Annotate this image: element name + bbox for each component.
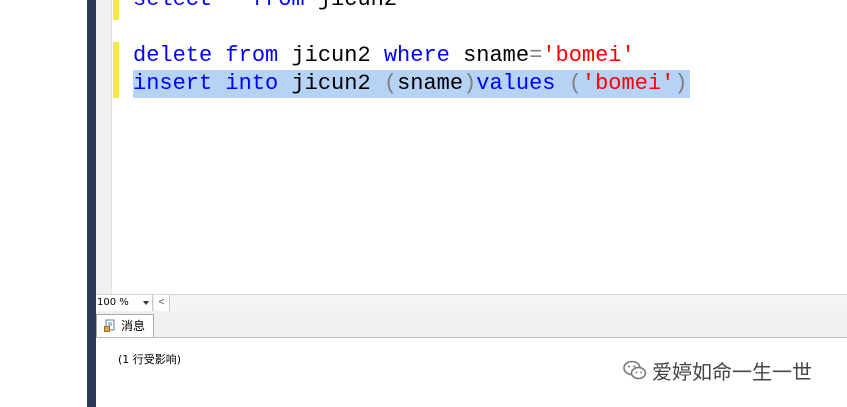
keyword-where: where bbox=[383, 43, 450, 68]
operator: ) bbox=[463, 71, 477, 96]
change-marker bbox=[113, 42, 119, 98]
editor-status-row: 100 % < bbox=[96, 294, 847, 312]
scroll-left-button[interactable]: < bbox=[154, 295, 170, 311]
tab-messages[interactable]: 消息 bbox=[96, 314, 154, 337]
keyword-delete: delete bbox=[133, 43, 213, 68]
code-line: select * from jicun2 bbox=[133, 0, 397, 14]
tab-messages-label: 消息 bbox=[121, 319, 146, 333]
operator: = bbox=[529, 43, 543, 68]
rows-affected-message: (1 行受影响) bbox=[118, 353, 182, 366]
identifier: sname bbox=[449, 43, 530, 68]
string-literal: 'bomei' bbox=[581, 71, 675, 96]
code-line-selected: insert into jicun2 (sname)values ('bomei… bbox=[133, 70, 690, 98]
keyword-values: values bbox=[476, 71, 556, 96]
operator: ( bbox=[383, 71, 398, 96]
wechat-icon bbox=[623, 360, 647, 380]
watermark-text: 爱婷如命一生一世 bbox=[652, 359, 812, 384]
keyword-select: select bbox=[133, 0, 212, 12]
operator: * bbox=[212, 0, 252, 12]
operator: ) bbox=[674, 71, 688, 96]
keyword-from: from bbox=[212, 43, 279, 68]
operator: ( bbox=[555, 71, 582, 96]
editor-gutter bbox=[96, 0, 112, 294]
keyword-into: into bbox=[212, 71, 279, 96]
query-editor[interactable]: select * from jicun2 delete from jicun2 … bbox=[120, 0, 847, 294]
window-frame bbox=[87, 0, 96, 407]
string-literal: 'bomei' bbox=[542, 43, 635, 68]
identifier: jicun2 bbox=[305, 0, 397, 12]
results-tab-strip: 消息 bbox=[96, 311, 847, 338]
change-marker bbox=[113, 0, 119, 20]
keyword-from: from bbox=[252, 0, 305, 12]
outer-margin bbox=[0, 0, 87, 407]
zoom-dropdown[interactable]: 100 % bbox=[96, 295, 153, 311]
chevron-down-icon bbox=[143, 301, 149, 305]
keyword-insert: insert bbox=[133, 71, 213, 96]
document-icon bbox=[104, 319, 115, 332]
identifier: jicun2 bbox=[278, 71, 384, 96]
code-line: delete from jicun2 where sname='bomei' bbox=[133, 42, 635, 70]
identifier: jicun2 bbox=[278, 43, 384, 68]
horizontal-scrollbar[interactable] bbox=[170, 295, 847, 311]
zoom-value: 100 % bbox=[97, 297, 129, 308]
identifier: sname bbox=[397, 71, 464, 96]
watermark: 爱婷如命一生一世 bbox=[622, 355, 812, 385]
